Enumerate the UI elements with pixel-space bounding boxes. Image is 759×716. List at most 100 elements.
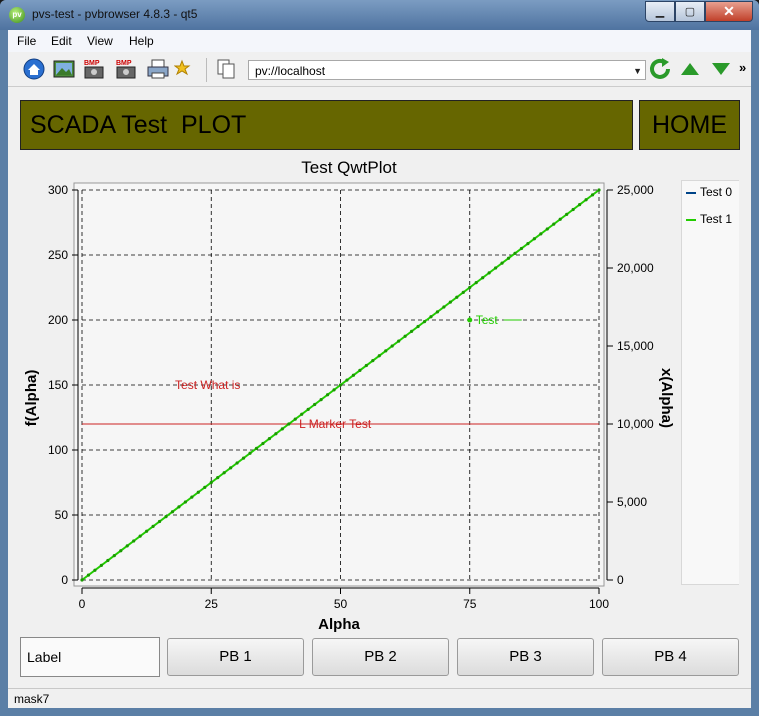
label-field: Label xyxy=(20,637,160,677)
y2-tick-label: 5,000 xyxy=(617,495,647,509)
menu-help[interactable]: Help xyxy=(129,34,154,48)
x-axis-label: Alpha xyxy=(318,616,360,633)
series-point-test1 xyxy=(209,480,213,485)
printer-icon[interactable] xyxy=(146,58,170,80)
minimize-button[interactable]: ▁ xyxy=(645,1,675,22)
qwt-plot[interactable]: Test QwtPlot 0 25 50 75 100 0 50 100 150 200 250 30… xyxy=(8,151,751,637)
series-point-test1 xyxy=(455,295,459,299)
series-point-test1 xyxy=(384,349,388,353)
series-point-test1 xyxy=(571,207,575,212)
y-axis-label: f(Alpha) xyxy=(23,370,40,427)
series-point-test1 xyxy=(203,485,207,489)
legend-item-test0[interactable]: Test 0 xyxy=(686,185,732,199)
series-point-test1 xyxy=(494,266,498,270)
status-bar: mask7 xyxy=(8,688,751,708)
pb3-button[interactable]: PB 3 xyxy=(457,638,594,676)
maximize-button[interactable]: ▢ xyxy=(675,1,705,22)
series-point-test1 xyxy=(190,495,194,499)
series-point-test1 xyxy=(545,227,549,231)
series-point-test1 xyxy=(332,388,336,392)
copy-icon[interactable] xyxy=(214,58,238,80)
series-point-test1 xyxy=(267,437,272,441)
x-tick-label: 100 xyxy=(589,597,609,611)
horizontal-marker-label: L Marker Test xyxy=(299,417,372,431)
reload-icon[interactable] xyxy=(649,58,673,80)
series-point-test1 xyxy=(241,456,246,460)
series-point-test1 xyxy=(403,334,407,338)
series-point-test1 xyxy=(390,344,394,348)
series-point-test1 xyxy=(584,198,588,202)
series-point-test1 xyxy=(261,441,265,446)
series-point-test1 xyxy=(293,417,297,421)
series-point-test1 xyxy=(287,422,291,426)
series-point-test1 xyxy=(409,329,414,333)
image-icon[interactable] xyxy=(52,58,76,80)
series-point-test1 xyxy=(442,305,446,309)
series-point-test1 xyxy=(157,519,162,524)
y2-tick-label: 15,000 xyxy=(617,339,654,353)
series-point-test1 xyxy=(138,534,142,538)
series-point-test1 xyxy=(351,373,356,377)
series-point-test1 xyxy=(235,461,239,465)
series-point-test1 xyxy=(106,558,110,563)
series-point-test1 xyxy=(468,285,472,290)
series-point-test1 xyxy=(196,490,200,494)
series-point-test1 xyxy=(487,271,491,275)
series-point-test1 xyxy=(325,393,330,397)
home-button[interactable]: HOME xyxy=(639,100,740,150)
series-point-test1 xyxy=(532,237,536,241)
chart-legend: Test 0 Test 1 xyxy=(681,180,739,585)
home-icon[interactable] xyxy=(22,58,46,80)
y-tick-label: 300 xyxy=(48,183,68,197)
series-point-test1 xyxy=(216,476,220,480)
legend-item-test1[interactable]: Test 1 xyxy=(686,212,732,226)
y-tick-label: 50 xyxy=(55,508,69,522)
arrow-down-icon[interactable] xyxy=(709,58,733,80)
point-marker-label: Test xyxy=(476,313,499,327)
pb4-button[interactable]: PB 4 xyxy=(602,638,739,676)
bmp-icon[interactable]: BMP xyxy=(82,58,106,80)
series-point-test1 xyxy=(86,573,91,577)
pb2-button[interactable]: PB 2 xyxy=(312,638,449,676)
window-title: pvs-test - pvbrowser 4.8.3 - qt5 xyxy=(32,7,198,21)
y2-axis-label: x(Alpha) xyxy=(658,368,675,428)
series-point-test1 xyxy=(597,188,601,192)
series-point-test1 xyxy=(481,276,485,280)
series-point-test1 xyxy=(448,300,452,304)
series-point-test1 xyxy=(461,290,465,294)
menu-view[interactable]: View xyxy=(87,34,113,48)
y-tick-label: 0 xyxy=(61,573,68,587)
close-button[interactable]: ✕ xyxy=(705,1,753,22)
main-content: SCADA Test PLOT HOME Test QwtPlot 0 25 50 7… xyxy=(8,87,751,687)
menu-file[interactable]: File xyxy=(17,34,36,48)
url-input[interactable]: pv://localhost ▼ xyxy=(248,60,646,80)
text-marker-label: Test What is xyxy=(175,378,240,392)
x-tick-label: 25 xyxy=(205,597,219,611)
app-window: pv pvs-test - pvbrowser 4.8.3 - qt5 ▁ ▢ … xyxy=(0,0,759,716)
series-point-test1 xyxy=(513,251,517,255)
y2-tick-label: 25,000 xyxy=(617,183,654,197)
series-point-test1 xyxy=(183,500,187,504)
legend-swatch-test1 xyxy=(686,218,696,221)
series-point-test1 xyxy=(338,383,343,387)
series-point-test1 xyxy=(345,378,349,382)
star-icon[interactable] xyxy=(174,58,198,80)
y2-tick-label: 10,000 xyxy=(617,417,654,431)
chevron-down-icon[interactable]: ▼ xyxy=(633,61,642,81)
toolbar-overflow-icon[interactable]: » xyxy=(739,60,746,75)
series-point-test1 xyxy=(93,568,97,572)
series-point-test1 xyxy=(80,578,84,582)
menu-edit[interactable]: Edit xyxy=(51,34,72,48)
series-point-test1 xyxy=(364,363,368,368)
pb1-button[interactable]: PB 1 xyxy=(167,638,304,676)
arrow-up-icon[interactable] xyxy=(678,58,702,80)
series-point-test1 xyxy=(112,554,116,558)
series-point-test1 xyxy=(565,212,569,216)
series-point-test1 xyxy=(145,529,149,533)
legend-swatch-test0 xyxy=(686,191,696,194)
chart-title: Test QwtPlot xyxy=(301,158,397,177)
series-point-test1 xyxy=(164,515,168,519)
title-bar[interactable]: pv pvs-test - pvbrowser 4.8.3 - qt5 ▁ ▢ … xyxy=(0,0,759,30)
series-point-test1 xyxy=(151,524,155,528)
bmp-icon[interactable]: BMP xyxy=(114,58,138,80)
